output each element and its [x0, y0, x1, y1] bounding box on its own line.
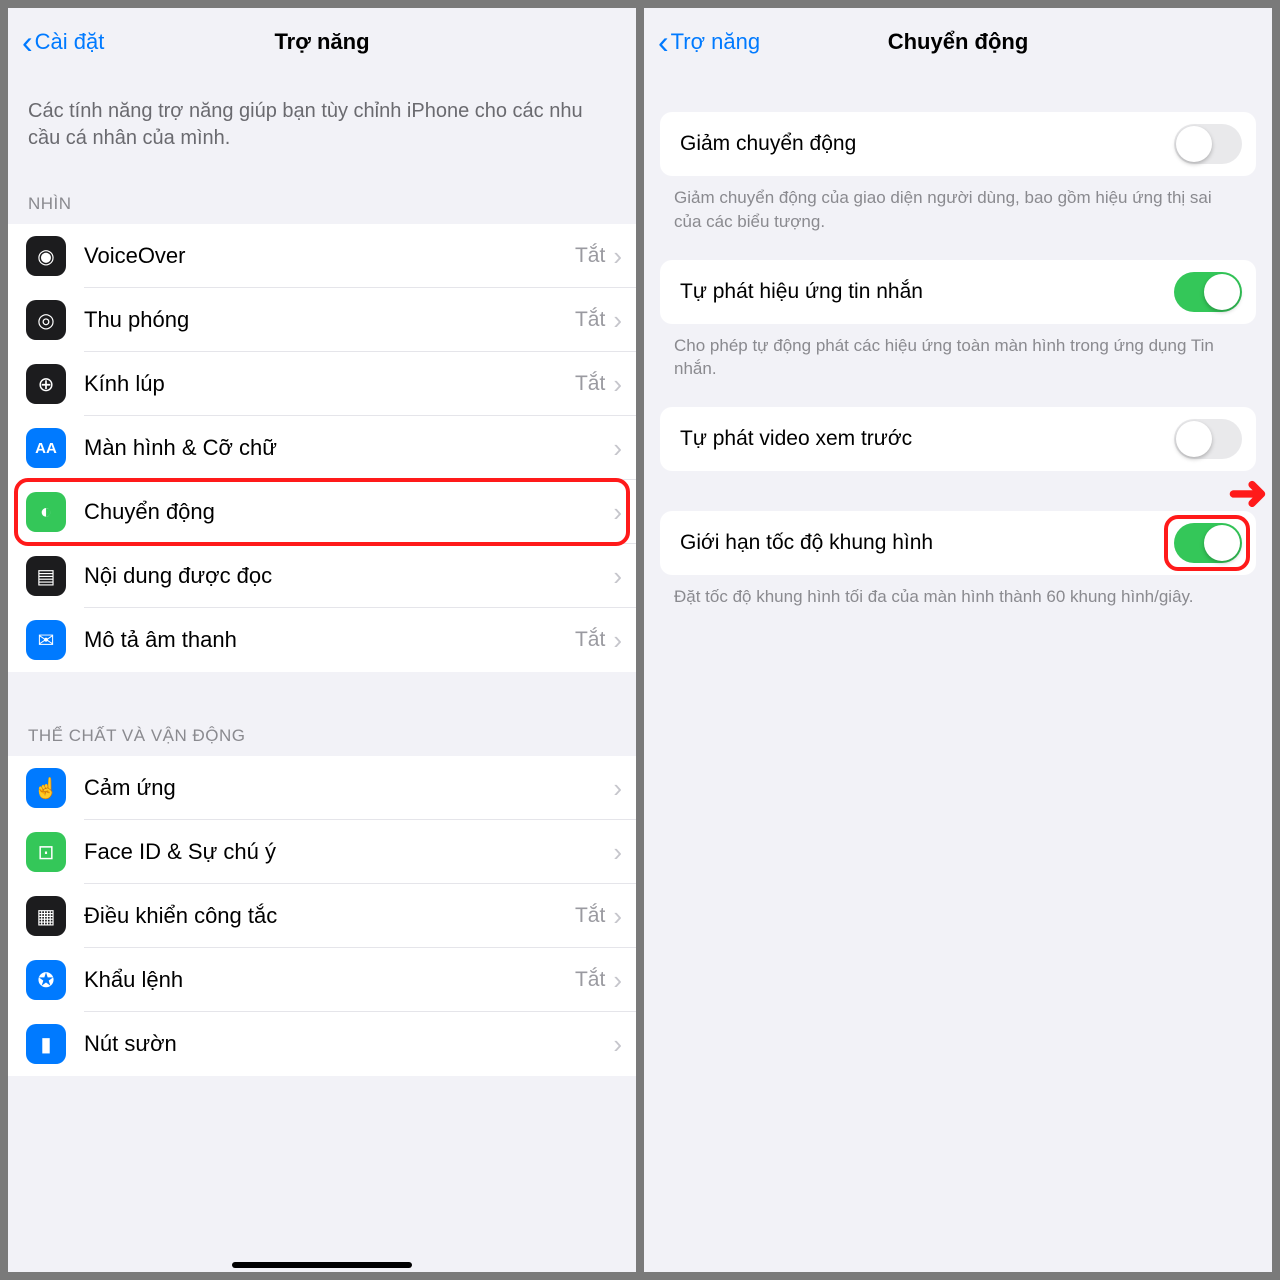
setting-row[interactable]: ☝ Cảm ứng› — [8, 756, 636, 820]
row-label: Khẩu lệnh — [84, 967, 575, 993]
footer-text: Đặt tốc độ khung hình tối đa của màn hìn… — [644, 575, 1272, 635]
faceid-icon: ⊡ — [26, 832, 66, 872]
speech-bubble-icon: ▤ — [26, 556, 66, 596]
section-header-physical: THỂ CHẤT VÀ VẬN ĐỘNG — [8, 718, 636, 756]
content-scroll[interactable]: Các tính năng trợ năng giúp bạn tùy chỉn… — [8, 76, 636, 1272]
toggle-switch[interactable] — [1174, 124, 1242, 164]
row-label: Tự phát video xem trước — [680, 427, 1174, 451]
setting-row[interactable]: AA Màn hình & Cỡ chữ› — [8, 416, 636, 480]
navbar: ‹ Cài đặt Trợ năng — [8, 8, 636, 76]
intro-text: Các tính năng trợ năng giúp bạn tùy chỉn… — [8, 76, 636, 186]
row-label: VoiceOver — [84, 243, 575, 269]
chevron-right-icon: › — [613, 773, 622, 804]
toggle-row: Giới hạn tốc độ khung hình — [660, 511, 1256, 575]
row-label: Giảm chuyển động — [680, 132, 1174, 156]
row-label: Mô tả âm thanh — [84, 627, 575, 653]
row-label: Nội dung được đọc — [84, 563, 613, 589]
setting-row[interactable]: ▤ Nội dung được đọc› — [8, 544, 636, 608]
chevron-right-icon: › — [613, 369, 622, 400]
row-label: Face ID & Sự chú ý — [84, 839, 613, 865]
row-label: Màn hình & Cỡ chữ — [84, 435, 613, 461]
toggle-switch[interactable] — [1174, 272, 1242, 312]
toggle-group: Giảm chuyển động — [660, 112, 1256, 176]
chevron-right-icon: › — [613, 837, 622, 868]
footer-text: Cho phép tự động phát các hiệu ứng toàn … — [644, 324, 1272, 408]
switch-control-icon: ▦ — [26, 896, 66, 936]
section-header-vision: NHÌN — [8, 186, 636, 224]
chevron-right-icon: › — [613, 241, 622, 272]
accessibility-settings-pane: ‹ Cài đặt Trợ năng Các tính năng trợ năn… — [8, 8, 636, 1272]
row-label: Nút sườn — [84, 1031, 613, 1057]
row-label: Cảm ứng — [84, 775, 613, 801]
toggle-group: Tự phát hiệu ứng tin nhắn — [660, 260, 1256, 324]
setting-row[interactable]: ◐ Chuyển động› — [8, 480, 636, 544]
back-button[interactable]: ‹ Cài đặt — [22, 26, 104, 58]
chevron-left-icon: ‹ — [658, 26, 669, 58]
chevron-right-icon: › — [613, 561, 622, 592]
chevron-right-icon: › — [613, 497, 622, 528]
motion-settings-pane: ‹ Trợ năng Chuyển động Giảm chuyển độngG… — [644, 8, 1272, 1272]
setting-row[interactable]: ⊕ Kính lúpTắt › — [8, 352, 636, 416]
chevron-right-icon: › — [613, 305, 622, 336]
zoom-scope-icon: ◎ — [26, 300, 66, 340]
row-status: Tắt — [575, 244, 605, 268]
chevron-left-icon: ‹ — [22, 26, 33, 58]
toggle-group: Giới hạn tốc độ khung hình — [660, 511, 1256, 575]
navbar: ‹ Trợ năng Chuyển động — [644, 8, 1272, 76]
voice-control-icon: ✪ — [26, 960, 66, 1000]
vision-group: ◉VoiceOverTắt›◎Thu phóngTắt›⊕Kính lúpTắt… — [8, 224, 636, 672]
row-label: Tự phát hiệu ứng tin nhắn — [680, 280, 1174, 304]
row-status: Tắt — [575, 968, 605, 992]
toggle-switch[interactable] — [1174, 419, 1242, 459]
row-label: Kính lúp — [84, 371, 575, 397]
row-label: Giới hạn tốc độ khung hình — [680, 531, 1174, 555]
setting-row[interactable]: ✪ Khẩu lệnhTắt › — [8, 948, 636, 1012]
touch-icon: ☝ — [26, 768, 66, 808]
setting-row[interactable]: ▦ Điều khiển công tắcTắt › — [8, 884, 636, 948]
audio-desc-icon: ✉ — [26, 620, 66, 660]
row-label: Chuyển động — [84, 499, 613, 525]
setting-row[interactable]: ▮ Nút sườn› — [8, 1012, 636, 1076]
toggle-row: Tự phát hiệu ứng tin nhắn — [660, 260, 1256, 324]
back-label: Trợ năng — [671, 29, 760, 55]
row-label: Điều khiển công tắc — [84, 903, 575, 929]
chevron-right-icon: › — [613, 1029, 622, 1060]
home-indicator[interactable] — [232, 1262, 412, 1268]
back-label: Cài đặt — [35, 29, 105, 55]
chevron-right-icon: › — [613, 965, 622, 996]
side-button-icon: ▮ — [26, 1024, 66, 1064]
chevron-right-icon: › — [613, 625, 622, 656]
row-label: Thu phóng — [84, 307, 575, 333]
motion-icon: ◐ — [26, 492, 66, 532]
footer-text: Giảm chuyển động của giao diện người dùn… — [644, 176, 1272, 260]
accessibility-icon: ◉ — [26, 236, 66, 276]
toggle-row: Tự phát video xem trước — [660, 407, 1256, 471]
magnifier-icon: ⊕ — [26, 364, 66, 404]
row-status: Tắt — [575, 372, 605, 396]
row-status: Tắt — [575, 904, 605, 928]
content-scroll[interactable]: Giảm chuyển động Giảm chuyển động của gia… — [644, 76, 1272, 1272]
toggle-row: Giảm chuyển động — [660, 112, 1256, 176]
setting-row[interactable]: ✉ Mô tả âm thanhTắt › — [8, 608, 636, 672]
row-status: Tắt — [575, 628, 605, 652]
setting-row[interactable]: ◉ VoiceOverTắt › — [8, 224, 636, 288]
row-status: Tắt — [575, 308, 605, 332]
chevron-right-icon: › — [613, 901, 622, 932]
setting-row[interactable]: ⊡ Face ID & Sự chú ý› — [8, 820, 636, 884]
back-button[interactable]: ‹ Trợ năng — [658, 26, 760, 58]
toggle-group: Tự phát video xem trước — [660, 407, 1256, 471]
text-size-icon: AA — [26, 428, 66, 468]
physical-group: ☝Cảm ứng›⊡Face ID & Sự chú ý›▦Điều khiển… — [8, 756, 636, 1076]
toggle-switch[interactable] — [1174, 523, 1242, 563]
chevron-right-icon: › — [613, 433, 622, 464]
setting-row[interactable]: ◎ Thu phóngTắt › — [8, 288, 636, 352]
